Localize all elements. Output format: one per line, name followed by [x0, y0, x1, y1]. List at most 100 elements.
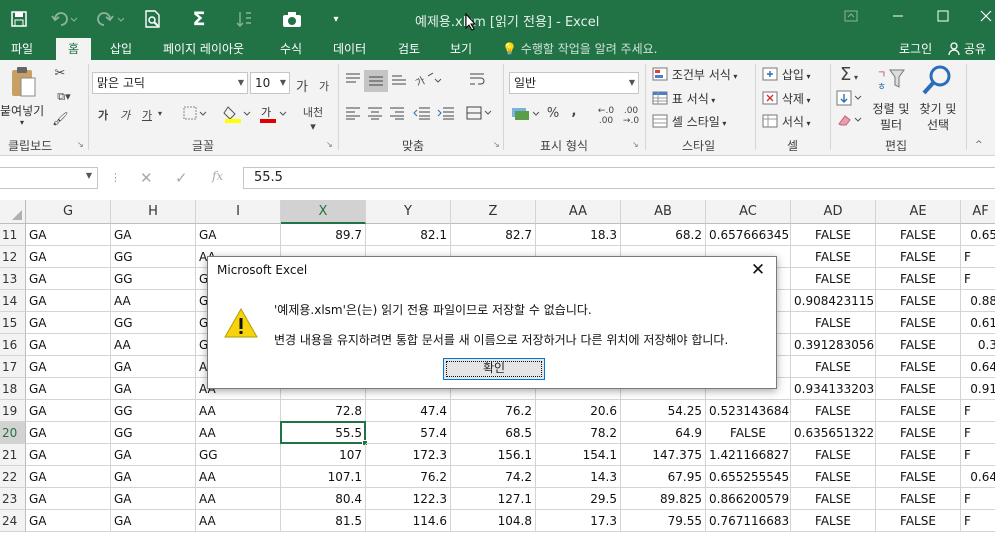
sort-icon[interactable] — [233, 9, 255, 29]
cell-ae12[interactable]: FALSE — [876, 246, 961, 268]
cell-ae13[interactable]: FALSE — [876, 268, 961, 290]
font-launcher-icon[interactable]: ↘ — [326, 140, 333, 149]
tab-page-layout[interactable]: 페이지 레이아웃 — [161, 38, 246, 60]
cell-z11[interactable]: 82.7 — [451, 224, 536, 246]
wrap-text-icon[interactable] — [468, 72, 486, 92]
cell-ac21[interactable]: 1.421166827 — [706, 444, 791, 466]
sort-filter-label[interactable]: 정렬 및 필터 — [866, 101, 916, 133]
formula-input[interactable]: 55.5 — [243, 167, 995, 189]
cell-y11[interactable]: 82.1 — [366, 224, 451, 246]
decrease-decimal-icon[interactable]: .00 →.0 — [620, 106, 642, 126]
cell-g18[interactable]: GA — [26, 378, 111, 400]
row-header-14[interactable]: 14 — [0, 290, 26, 312]
cell-x21[interactable]: 107 — [281, 444, 366, 466]
row-header-18[interactable]: 18 — [0, 378, 26, 400]
cell-z19[interactable]: 76.2 — [451, 400, 536, 422]
cell-ad12[interactable]: FALSE — [791, 246, 876, 268]
cell-ae23[interactable]: FALSE — [876, 488, 961, 510]
cell-g13[interactable]: GA — [26, 268, 111, 290]
tab-data[interactable]: 데이터 — [331, 38, 368, 60]
row-header-23[interactable]: 23 — [0, 488, 26, 510]
column-header-y[interactable]: Y — [366, 200, 451, 224]
row-header-12[interactable]: 12 — [0, 246, 26, 268]
paste-label[interactable]: 붙여넣기 — [0, 102, 44, 119]
cell-h12[interactable]: GG — [111, 246, 196, 268]
cell-ab20[interactable]: 64.9 — [621, 422, 706, 444]
cell-g17[interactable]: GA — [26, 356, 111, 378]
cell-i22[interactable]: AA — [196, 466, 281, 488]
cell-af16[interactable]: 0.3 — [961, 334, 995, 356]
cell-h20[interactable]: GG — [111, 422, 196, 444]
row-header-19[interactable]: 19 — [0, 400, 26, 422]
insert-function-icon[interactable]: fx — [212, 169, 223, 183]
autosum-icon[interactable]: Σ ▾ — [836, 64, 862, 85]
cell-ae11[interactable]: FALSE — [876, 224, 961, 246]
increase-decimal-icon[interactable]: ←.0.00 — [595, 106, 617, 126]
cell-ab11[interactable]: 68.2 — [621, 224, 706, 246]
cell-h24[interactable]: GA — [111, 510, 196, 532]
cell-ad17[interactable]: FALSE — [791, 356, 876, 378]
autosum-icon[interactable]: Σ — [188, 8, 210, 30]
cell-ad11[interactable]: FALSE — [791, 224, 876, 246]
cell-x24[interactable]: 81.5 — [281, 510, 366, 532]
cell-af22[interactable]: 0.64 — [961, 466, 995, 488]
find-select-icon[interactable] — [920, 64, 954, 100]
fill-color-icon[interactable] — [223, 104, 251, 128]
cell-g12[interactable]: GA — [26, 246, 111, 268]
decrease-indent-icon[interactable] — [412, 106, 432, 124]
align-bottom-icon[interactable] — [390, 72, 408, 90]
copy-icon[interactable]: ⧉▾ — [52, 90, 76, 104]
cell-ad24[interactable]: FALSE — [791, 510, 876, 532]
cell-h19[interactable]: GG — [111, 400, 196, 422]
cell-i11[interactable]: GA — [196, 224, 281, 246]
tab-formulas[interactable]: 수식 — [278, 38, 304, 60]
cell-g21[interactable]: GA — [26, 444, 111, 466]
cell-h14[interactable]: AA — [111, 290, 196, 312]
login-link[interactable]: 로그인 — [897, 38, 934, 60]
column-header-h[interactable]: H — [111, 200, 196, 224]
cell-x23[interactable]: 80.4 — [281, 488, 366, 510]
cell-ac11[interactable]: 0.657666345 — [706, 224, 791, 246]
cell-af17[interactable]: 0.64 — [961, 356, 995, 378]
cell-g19[interactable]: GA — [26, 400, 111, 422]
cell-af23[interactable]: F — [961, 488, 995, 510]
cell-ac20[interactable]: FALSE — [706, 422, 791, 444]
format-cells-button[interactable]: 서식 ▾ — [762, 113, 810, 130]
cell-i19[interactable]: AA — [196, 400, 281, 422]
align-top-icon[interactable] — [344, 72, 362, 90]
cell-h15[interactable]: GG — [111, 312, 196, 334]
number-format-select[interactable]: 일반 ▼ — [509, 72, 639, 94]
row-header-17[interactable]: 17 — [0, 356, 26, 378]
sort-filter-icon[interactable]: ㄱㅎ — [874, 66, 908, 98]
cell-ac24[interactable]: 0.767116683 — [706, 510, 791, 532]
cell-ae15[interactable]: FALSE — [876, 312, 961, 334]
grip-icon[interactable]: ⋮ — [110, 171, 121, 184]
bold-button[interactable]: 가 — [96, 107, 110, 123]
number-launcher-icon[interactable]: ↘ — [632, 140, 639, 149]
column-header-af[interactable]: AF — [961, 200, 995, 224]
column-header-ab[interactable]: AB — [621, 200, 706, 224]
find-select-label[interactable]: 찾기 및 선택 — [916, 101, 960, 133]
cell-af14[interactable]: 0.88 — [961, 290, 995, 312]
row-header-22[interactable]: 22 — [0, 466, 26, 488]
cell-z22[interactable]: 74.2 — [451, 466, 536, 488]
maximize-icon[interactable] — [935, 10, 951, 26]
cell-aa20[interactable]: 78.2 — [536, 422, 621, 444]
cell-ad13[interactable]: FALSE — [791, 268, 876, 290]
clear-icon[interactable] — [836, 112, 862, 132]
cell-ad21[interactable]: FALSE — [791, 444, 876, 466]
column-header-x[interactable]: X — [281, 200, 366, 224]
borders-icon[interactable] — [182, 106, 208, 124]
cell-g16[interactable]: GA — [26, 334, 111, 356]
cell-ab22[interactable]: 67.95 — [621, 466, 706, 488]
tab-review[interactable]: 검토 — [396, 38, 422, 60]
cell-aa22[interactable]: 14.3 — [536, 466, 621, 488]
row-header-21[interactable]: 21 — [0, 444, 26, 466]
cell-ab19[interactable]: 54.25 — [621, 400, 706, 422]
cell-z20[interactable]: 68.5 — [451, 422, 536, 444]
tab-file[interactable]: 파일 — [9, 38, 35, 60]
column-header-z[interactable]: Z — [451, 200, 536, 224]
fill-icon[interactable] — [836, 90, 862, 110]
cell-h22[interactable]: GA — [111, 466, 196, 488]
cell-ae16[interactable]: FALSE — [876, 334, 961, 356]
